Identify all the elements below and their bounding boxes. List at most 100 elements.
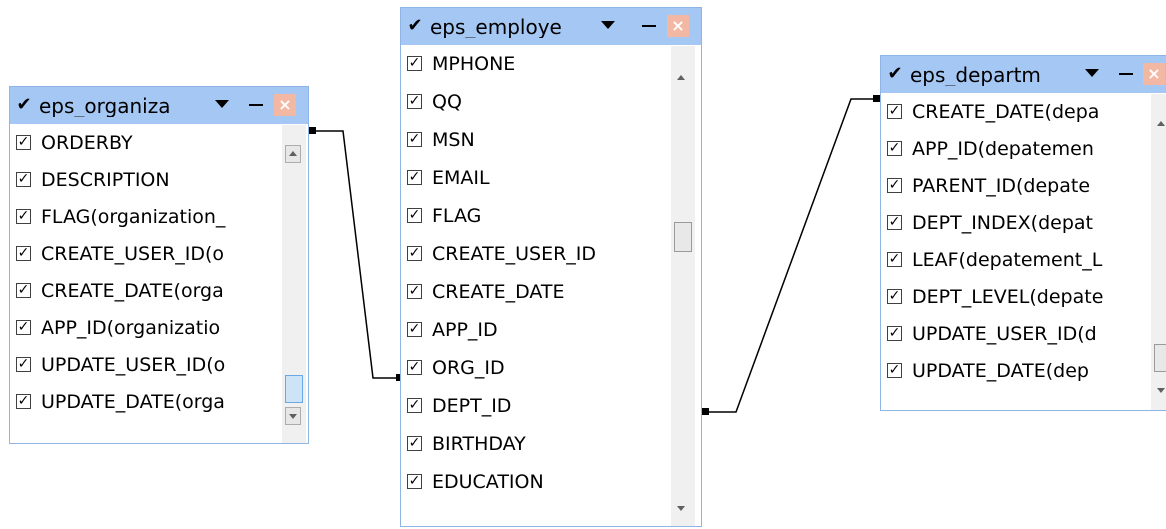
column-name: EDUCATION [432,471,544,493]
column-row[interactable]: ✓ UPDATE_DATE(orga [10,384,278,421]
column-row[interactable]: ✓ ORDERBY [10,125,278,162]
column-row[interactable]: ✓ PARENT_ID(depate [881,168,1147,205]
column-row[interactable]: ✓ CREATE_DATE(orga [10,273,278,310]
column-row[interactable]: ✓ CREATE_DATE [401,274,669,311]
check-icon[interactable]: ✓ [407,322,422,337]
column-row[interactable]: ✓ CREATE_USER_ID [401,236,669,273]
column-row[interactable]: ✓ UPDATE_USER_ID(d [881,316,1147,353]
check-icon[interactable]: ✓ [887,178,902,193]
column-row[interactable]: ✓ QQ [401,84,669,121]
column-row[interactable]: ✓ APP_ID(depatemen [881,131,1147,168]
column-row[interactable]: ✓ DEPT_INDEX(depat [881,205,1147,242]
dropdown-arrow-icon[interactable] [1085,69,1099,77]
check-icon[interactable]: ✓ [407,94,422,109]
scroll-down-button[interactable] [285,407,301,425]
check-icon[interactable]: ✓ [407,56,422,71]
column-row[interactable]: ✓ UPDATE_USER_ID(o [10,347,278,384]
column-row[interactable]: ✓ FLAG(organization_ [10,199,278,236]
column-row[interactable]: ✓ DEPT_ID [401,388,669,425]
check-icon[interactable]: ✓ [407,284,422,299]
scroll-thumb[interactable] [285,375,303,403]
column-name: PARENT_ID(depate [912,175,1091,197]
check-icon[interactable]: ✓ [16,283,31,298]
scroll-down-button[interactable] [1154,382,1166,400]
table-header[interactable]: ✔ eps_employe × [401,8,701,45]
check-icon[interactable]: ✔ [406,17,424,35]
column-row[interactable]: ✓ BIRTHDAY [401,426,669,463]
table-title: eps_departm [910,64,1041,86]
dropdown-arrow-icon[interactable] [215,100,229,108]
check-icon[interactable]: ✓ [887,326,902,341]
check-icon[interactable]: ✓ [407,474,422,489]
table-eps-employe[interactable]: ✔ eps_employe × ✓ MPHONE ✓ QQ ✓ MSN ✓ EM… [400,7,702,527]
column-name: UPDATE_DATE(dep [912,360,1089,382]
vertical-scrollbar[interactable] [1151,94,1166,410]
column-row[interactable]: ✓ APP_ID [401,312,669,349]
minimize-icon[interactable] [1119,73,1133,75]
table-header[interactable]: ✔ eps_departm × [881,56,1166,93]
table-header[interactable]: ✔ eps_organiza × [10,87,308,124]
check-icon[interactable]: ✓ [407,246,422,261]
minimize-icon[interactable] [249,104,263,106]
check-icon[interactable]: ✓ [887,141,902,156]
check-icon[interactable]: ✓ [407,360,422,375]
column-name: UPDATE_USER_ID(o [41,354,226,376]
check-icon[interactable]: ✓ [16,246,31,261]
column-row[interactable]: ✓ EMAIL [401,160,669,197]
check-icon[interactable]: ✓ [16,394,31,409]
column-row[interactable]: ✓ MSN [401,122,669,159]
check-icon[interactable]: ✓ [407,170,422,185]
check-icon[interactable]: ✓ [887,252,902,267]
column-row[interactable]: ✓ DESCRIPTION [10,162,278,199]
check-icon[interactable]: ✓ [407,436,422,451]
column-row[interactable]: ✓ ORG_ID [401,350,669,387]
column-row[interactable]: ✓ FLAG [401,198,669,235]
check-icon[interactable]: ✔ [886,65,904,83]
close-icon[interactable]: × [667,15,689,37]
check-icon[interactable]: ✓ [407,132,422,147]
check-icon[interactable]: ✓ [887,104,902,119]
dropdown-arrow-icon[interactable] [601,21,615,29]
check-icon[interactable]: ✓ [16,320,31,335]
scroll-thumb[interactable] [1154,344,1166,372]
connector-emp-to-dept [704,98,880,413]
check-icon[interactable]: ✓ [16,209,31,224]
check-icon[interactable]: ✓ [887,363,902,378]
scroll-up-button[interactable] [1154,116,1166,134]
table-eps-organiza[interactable]: ✔ eps_organiza × ✓ ORDERBY ✓ DESCRIPTION… [9,86,309,444]
column-list: ✓ MPHONE ✓ QQ ✓ MSN ✓ EMAIL ✓ FLAG ✓ CRE… [401,46,669,524]
column-row[interactable]: ✓ DEPT_LEVEL(depate [881,279,1147,316]
connector-end-emp-dept [702,408,709,415]
column-row[interactable]: ✓ UPDATE_DATE(dep [881,353,1147,390]
scroll-down-button[interactable] [674,500,690,518]
close-icon[interactable]: × [274,94,296,116]
column-name: UPDATE_DATE(orga [41,391,225,413]
check-icon[interactable]: ✓ [887,289,902,304]
column-name: BIRTHDAY [432,433,526,455]
column-row[interactable]: ✓ CREATE_DATE(depa [881,94,1147,131]
minimize-icon[interactable] [642,25,656,27]
close-icon[interactable]: × [1143,63,1165,85]
column-row[interactable]: ✓ APP_ID(organizatio [10,310,278,347]
check-icon[interactable]: ✓ [407,398,422,413]
check-icon[interactable]: ✓ [16,357,31,372]
vertical-scrollbar[interactable] [671,46,695,526]
column-name: APP_ID(depatemen [912,138,1094,160]
check-icon[interactable]: ✓ [16,172,31,187]
table-eps-departm[interactable]: ✔ eps_departm × ✓ CREATE_DATE(depa ✓ APP… [880,55,1166,411]
check-icon[interactable]: ✔ [15,96,33,114]
table-title: eps_employe [430,16,562,38]
column-row[interactable]: ✓ CREATE_USER_ID(o [10,236,278,273]
check-icon[interactable]: ✓ [407,208,422,223]
check-icon[interactable]: ✓ [16,135,31,150]
scroll-thumb[interactable] [674,222,692,252]
check-icon[interactable]: ✓ [887,215,902,230]
vertical-scrollbar[interactable] [282,125,306,443]
column-row[interactable]: ✓ EDUCATION [401,464,669,501]
column-row[interactable]: ✓ LEAF(depatement_L [881,242,1147,279]
scroll-up-button[interactable] [674,70,690,88]
column-row[interactable]: ✓ MPHONE [401,46,669,83]
column-name: CREATE_USER_ID(o [41,243,225,265]
chevron-up-icon [289,151,297,156]
scroll-up-button[interactable] [285,145,301,163]
